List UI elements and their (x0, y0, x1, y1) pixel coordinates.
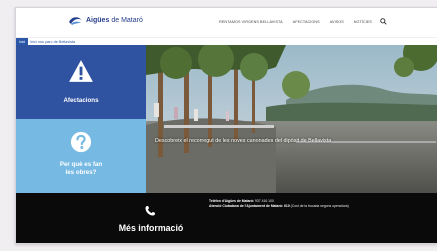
browser-frame: Aigües de Mataró RENTAMOS VIRGENS BELLAV… (15, 7, 437, 244)
oac-value[interactable]: 010 (284, 204, 290, 208)
search-icon[interactable] (380, 18, 387, 25)
tile-afectacions-label: Afectacions (63, 97, 99, 104)
footer-title: Més informació (118, 223, 184, 233)
site-logo[interactable]: Aigües de Mataró (68, 15, 143, 26)
tile-why-label-line1: Per què es fan (59, 161, 103, 168)
main-nav: RENTAMOS VIRGENS BELLAVISTA AFECTACIONS … (214, 20, 377, 24)
footer-contact-info: Telèfon d'Aigües de Mataró: 937 416 100 … (209, 199, 384, 209)
logo-text-sub: de Mataró (111, 17, 143, 24)
logo-icon (69, 17, 82, 25)
question-icon (70, 131, 92, 153)
phone-number[interactable]: 937 416 100 (255, 199, 274, 203)
warning-icon (69, 60, 93, 82)
hero-photo (146, 45, 437, 193)
logo-text-main: Aigües (86, 17, 110, 24)
tile-why-label-line2: les obres? (65, 169, 97, 176)
nav-item-avisos[interactable]: AVISOS (325, 20, 349, 24)
phone-label: Telèfon d'Aigües de Mataró: (209, 199, 255, 203)
tile-why-works[interactable]: Per què es fan les obres? (16, 119, 146, 193)
nav-item-afectacions[interactable]: AFECTACIONS (288, 20, 325, 24)
hero-caption: Descobreix el recorregut de les noves ca… (155, 138, 332, 144)
oac-label: Atenció Ciutadana de l'Ajuntament de Mat… (209, 204, 284, 208)
oac-line: Atenció Ciutadana de l'Ajuntament de Mat… (209, 204, 384, 209)
tile-afectacions[interactable]: Afectacions (16, 45, 146, 119)
site-header: Aigües de Mataró RENTAMOS VIRGENS BELLAV… (16, 8, 437, 37)
oac-note: (Cost de la trucada segons operadora) (290, 204, 349, 208)
phone-icon (145, 206, 155, 216)
hero-image[interactable]: Descobreix el recorregut de les noves ca… (146, 45, 437, 193)
nav-item-bellavista[interactable]: RENTAMOS VIRGENS BELLAVISTA (214, 20, 288, 24)
nav-item-noticies[interactable]: NOTÍCIES (349, 20, 377, 24)
footer-more-info: Més informació Telèfon d'Aigües de Matar… (16, 193, 437, 243)
